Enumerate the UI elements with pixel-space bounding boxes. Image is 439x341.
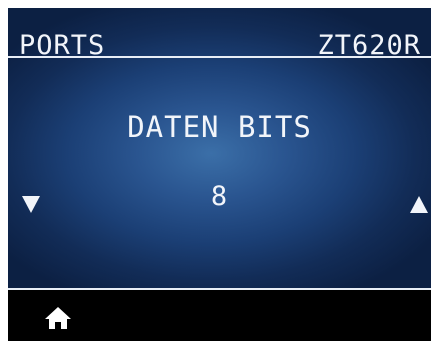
setting-value: 8 — [210, 181, 229, 212]
header-divider — [8, 56, 431, 58]
next-value-button[interactable] — [410, 196, 428, 213]
printer-display: PORTS ZT620R DATEN BITS 8 — [8, 8, 431, 341]
settings-screen: PORTS ZT620R DATEN BITS 8 — [8, 8, 431, 288]
setting-name: DATEN BITS — [127, 110, 312, 144]
home-icon[interactable] — [44, 306, 72, 330]
footer-bar — [8, 290, 431, 341]
